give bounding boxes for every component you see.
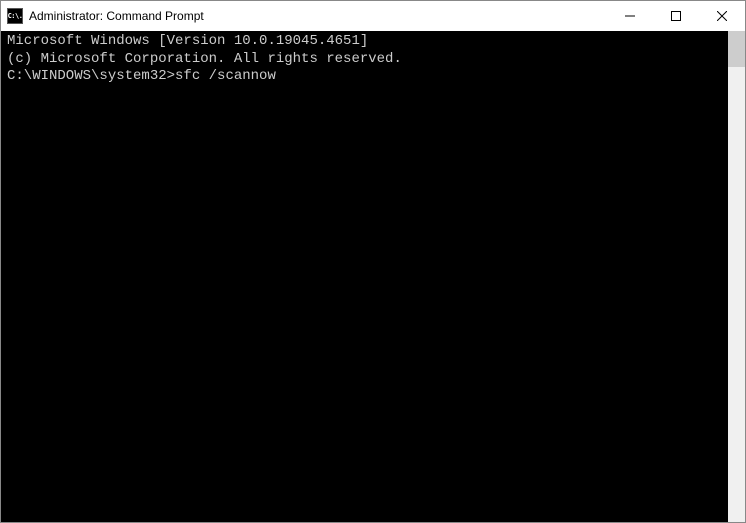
close-icon [717, 11, 727, 21]
close-button[interactable] [699, 1, 745, 31]
titlebar[interactable]: C:\. Administrator: Command Prompt [1, 1, 745, 31]
minimize-button[interactable] [607, 1, 653, 31]
terminal-area: Microsoft Windows [Version 10.0.19045.46… [1, 31, 745, 522]
minimize-icon [625, 11, 635, 21]
prompt-line: C:\WINDOWS\system32>sfc /scannow [7, 68, 722, 86]
output-line: Microsoft Windows [Version 10.0.19045.46… [7, 33, 722, 51]
prompt-path: C:\WINDOWS\system32> [7, 68, 175, 84]
output-line: (c) Microsoft Corporation. All rights re… [7, 51, 722, 69]
scrollbar-thumb[interactable] [728, 31, 745, 67]
typed-command: sfc /scannow [175, 68, 276, 84]
app-icon: C:\. [7, 8, 23, 24]
maximize-button[interactable] [653, 1, 699, 31]
vertical-scrollbar[interactable] [728, 31, 745, 522]
scrollbar-track[interactable] [728, 31, 745, 522]
terminal-output[interactable]: Microsoft Windows [Version 10.0.19045.46… [1, 31, 728, 522]
command-prompt-window: C:\. Administrator: Command Prompt M [0, 0, 746, 523]
window-controls [607, 1, 745, 31]
maximize-icon [671, 11, 681, 21]
window-title: Administrator: Command Prompt [29, 9, 607, 23]
